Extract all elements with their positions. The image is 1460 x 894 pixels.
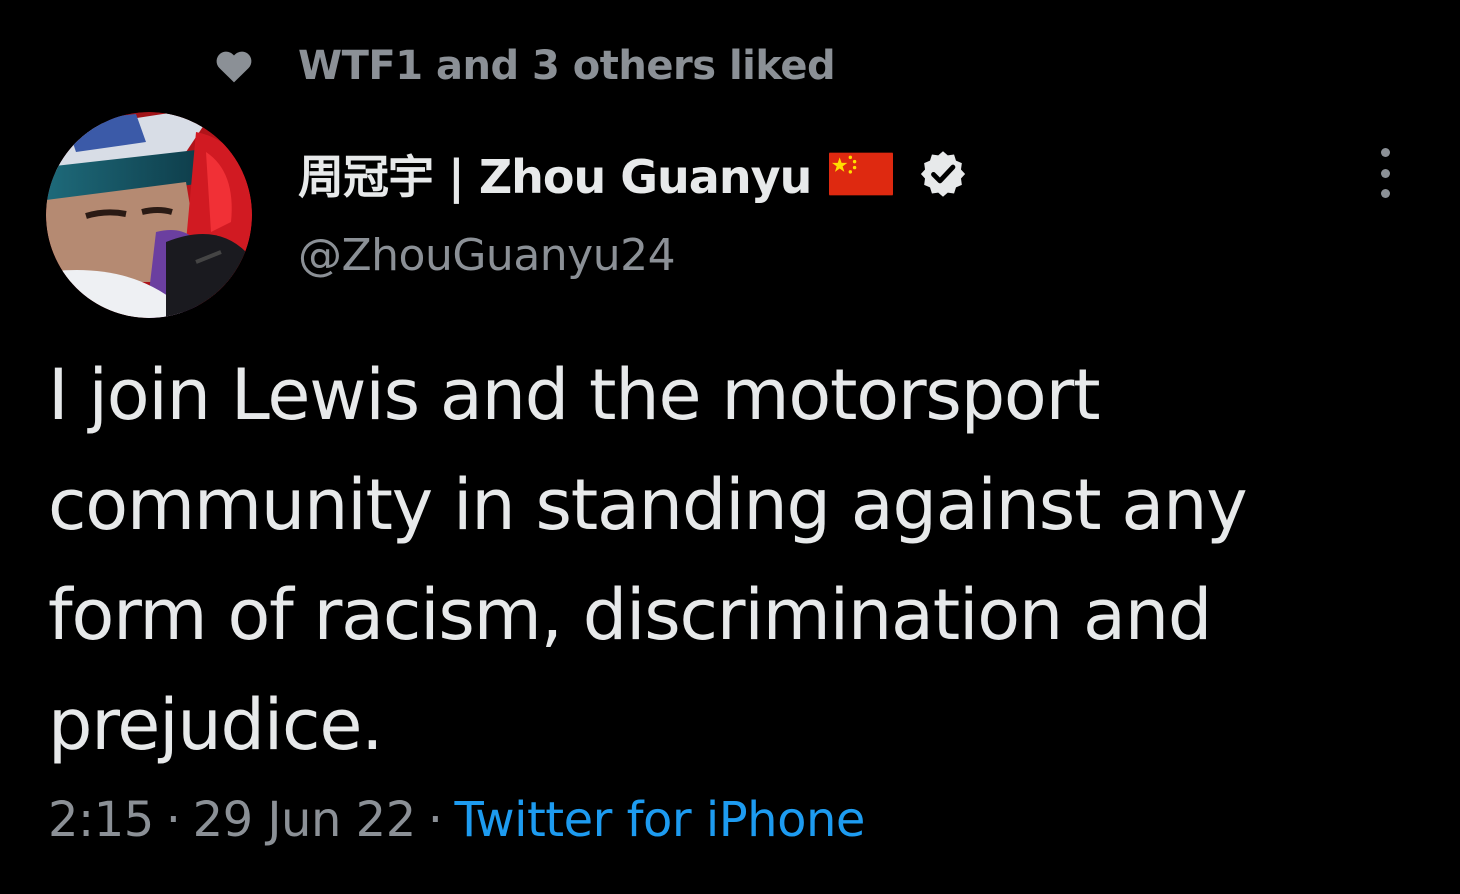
display-name[interactable]: 周冠宇 | Zhou Guanyu <box>298 141 812 207</box>
more-dot <box>1380 168 1390 178</box>
tweet-time[interactable]: 2:15 <box>48 792 154 848</box>
verified-badge-icon <box>921 151 966 197</box>
tweet-text: I join Lewis and the motorsport communit… <box>48 354 1248 766</box>
meta-separator: · <box>427 792 443 848</box>
author-name-row[interactable]: 周冠宇 | Zhou Guanyu <box>298 142 969 206</box>
more-dot <box>1380 189 1390 198</box>
meta-separator: · <box>165 792 181 848</box>
tweet-date[interactable]: 29 Jun 22 <box>193 792 417 848</box>
avatar[interactable] <box>46 112 252 318</box>
tweet-source-link[interactable]: Twitter for iPhone <box>455 792 866 848</box>
more-options-icon[interactable] <box>1364 144 1406 202</box>
social-context: WTF1 and 3 others liked <box>214 40 836 92</box>
more-dot <box>1380 148 1390 157</box>
tweet-card[interactable]: WTF1 and 3 others liked 周冠宇 | Zhou Guany… <box>0 0 1460 894</box>
tweet-metadata: 2:15 · 29 Jun 22 · Twitter for iPhone <box>48 792 865 848</box>
author-handle[interactable]: @ZhouGuanyu24 <box>298 230 676 281</box>
heart-icon <box>216 51 252 83</box>
avatar-image <box>46 112 252 318</box>
social-context-text[interactable]: WTF1 and 3 others liked <box>298 43 836 89</box>
china-flag-icon <box>829 152 894 196</box>
